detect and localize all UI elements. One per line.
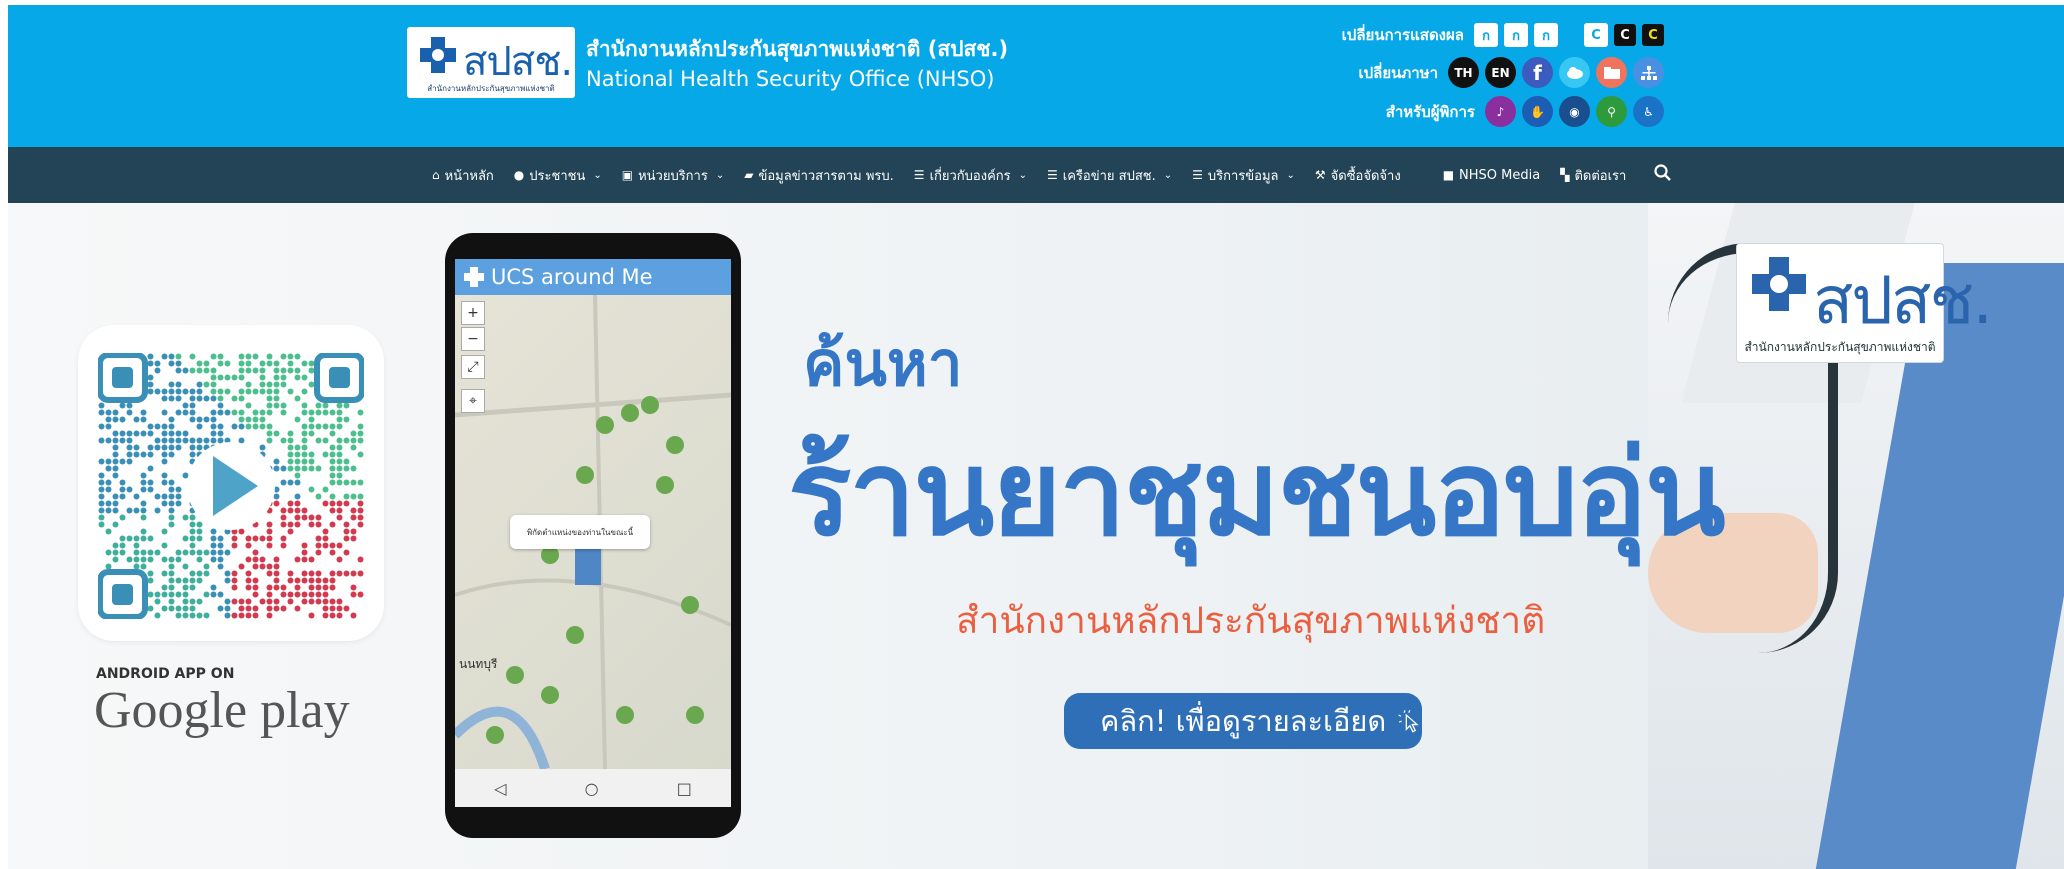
cloud-icon[interactable] <box>1559 57 1590 88</box>
chevron-down-icon: ⌄ <box>1018 169 1028 181</box>
display-options: เปลี่ยนการแสดงผล ก ก ก C C C <box>1342 23 1664 47</box>
video-icon: ■ <box>1442 168 1455 182</box>
map-place-label: นนทบุรี <box>459 657 498 671</box>
phone-map: + − ⤢ ⌖ พิกัดตำแหน่งของท่านในขณะนี้ นนทบ… <box>455 294 731 771</box>
font-size-large-button[interactable]: ก <box>1534 23 1558 47</box>
nav-nhso-media[interactable]: ■ NHSO Media <box>1443 168 1541 183</box>
chevron-down-icon: ⌄ <box>1286 169 1295 181</box>
cta-label: คลิก! เพื่อดูรายละเอียด <box>1100 704 1387 738</box>
hero-banner[interactable]: ANDROID APP ON Google play UCS around Me <box>8 203 2064 869</box>
org-line: สำนักงานหลักประกันสุขภาพแห่งชาติ <box>956 599 1546 642</box>
google-play-logo[interactable]: Google play <box>94 681 350 740</box>
cross-logo-icon <box>1752 257 1806 311</box>
nav-procurement[interactable]: ⚒ จัดซื้อจัดจ้าง <box>1315 165 1401 186</box>
gavel-icon: ⚒ <box>1314 168 1326 182</box>
book-icon: ▰ <box>744 168 754 182</box>
sign-language-icon[interactable]: ✋ <box>1522 96 1553 127</box>
contrast-yellow-button[interactable]: C <box>1642 24 1664 46</box>
facebook-icon[interactable]: f <box>1522 57 1553 88</box>
phone-mockup: UCS around Me + − ⤢ ⌖ พิกัดตำแหน่งของท่า… <box>445 233 741 838</box>
corner-nhso-logo: สปสช. สำนักงานหลักประกันสุขภาพแห่งชาติ <box>1736 243 1993 363</box>
app-title-bar: UCS around Me <box>455 259 731 295</box>
contrast-dark-button[interactable]: C <box>1614 24 1636 46</box>
zoom-in-button[interactable]: + <box>461 301 485 325</box>
logo-subtext: สำนักงานหลักประกันสุขภาพแห่งชาติ <box>427 84 555 93</box>
list-icon: ☰ <box>1047 168 1058 182</box>
app-logo-icon <box>464 267 484 287</box>
map-popup: พิกัดตำแหน่งของท่านในขณะนี้ <box>510 515 650 549</box>
phone-screen: UCS around Me + − ⤢ ⌖ พิกัดตำแหน่งของท่า… <box>455 259 731 807</box>
chevron-down-icon: ⌄ <box>715 169 725 181</box>
list-icon: ☰ <box>1192 168 1203 182</box>
site-header: สปสช. สำนักงานหลักประกันสุขภาพแห่งชาติ ส… <box>8 5 2064 147</box>
cognitive-icon[interactable]: ◉ <box>1559 96 1590 127</box>
search-icon[interactable] <box>1654 164 1672 186</box>
recents-icon: □ <box>676 778 692 798</box>
cursor-click-icon <box>1398 710 1419 733</box>
nav-service-units[interactable]: ▣ หน่วยบริการ ⌄ <box>622 165 725 186</box>
blind-walking-icon[interactable]: ⚲ <box>1596 96 1627 127</box>
hearing-icon[interactable]: ♪ <box>1485 96 1516 127</box>
disability-options: สำหรับผู้พิการ ♪ ✋ ◉ ⚲ ♿ <box>1386 96 1664 127</box>
corner-logo-subtext: สำนักงานหลักประกันสุขภาพแห่งชาติ <box>1744 340 1936 354</box>
chevron-down-icon: ⌄ <box>1163 169 1173 181</box>
font-size-medium-button[interactable]: ก <box>1504 23 1528 47</box>
chevron-down-icon: ⌄ <box>593 169 602 181</box>
list-icon: ☰ <box>913 168 925 182</box>
nav-info-act[interactable]: ▰ ข้อมูลข่าวสารตาม พรบ. <box>744 165 894 186</box>
back-icon: ◁ <box>494 778 507 798</box>
nav-data-services[interactable]: ☰ บริการข้อมูล ⌄ <box>1192 165 1295 186</box>
home-circle-icon: ○ <box>584 778 599 798</box>
org-name-th: สำนักงานหลักประกันสุขภาพแห่งชาติ (สปสช.) <box>586 37 1009 61</box>
cta-button[interactable]: คลิก! เพื่อดูรายละเอียด <box>1064 693 1422 749</box>
lang-th-button[interactable]: TH <box>1448 57 1479 88</box>
user-icon: ● <box>513 168 525 182</box>
nav-home[interactable]: ⌂ หน้าหลัก <box>432 165 494 186</box>
qr-code-card[interactable] <box>78 325 384 641</box>
location-pin-icon[interactable]: ⌖ <box>461 389 485 413</box>
folder-icon[interactable] <box>1596 57 1627 88</box>
main-nav: ⌂ หน้าหลัก ● ประชาชน ⌄ ▣ หน่วยบริการ ⌄ ▰ ข้อมู… <box>8 147 2064 203</box>
cross-logo-icon <box>420 37 456 73</box>
zoom-out-button[interactable]: − <box>461 327 485 351</box>
sitemap-icon[interactable] <box>1633 57 1664 88</box>
lang-en-button[interactable]: EN <box>1485 57 1516 88</box>
headline-main: ร้านยาชุมชนอบอุ่น <box>788 424 1726 562</box>
nhso-logo[interactable]: สปสช. สำนักงานหลักประกันสุขภาพแห่งชาติ <box>407 27 575 98</box>
phone-nav-bar: ◁ ○ □ <box>455 769 731 807</box>
nav-contact[interactable]: ▚ ติดต่อเรา <box>1560 165 1626 186</box>
app-title: UCS around Me <box>491 265 653 289</box>
map-icon: ▚ <box>1560 168 1570 182</box>
contrast-normal-button[interactable]: C <box>1584 23 1608 47</box>
language-label: เปลี่ยนภาษา <box>1358 63 1438 82</box>
accessibility-label: สำหรับผู้พิการ <box>1385 102 1475 121</box>
nav-public[interactable]: ● ประชาชน ⌄ <box>514 165 602 186</box>
font-size-small-button[interactable]: ก <box>1474 23 1498 47</box>
nav-network[interactable]: ☰ เครือข่าย สปสช. ⌄ <box>1047 165 1172 186</box>
home-icon: ⌂ <box>432 168 440 182</box>
display-label: เปลี่ยนการแสดงผล <box>1341 26 1464 44</box>
hospital-icon: ▣ <box>621 168 634 182</box>
org-name-en: National Health Security Office (NHSO) <box>586 67 995 91</box>
fullscreen-icon[interactable]: ⤢ <box>461 355 485 379</box>
language-options: เปลี่ยนภาษา TH EN f <box>1358 57 1664 88</box>
qr-code-image <box>98 353 364 619</box>
nav-about[interactable]: ☰ เกี่ยวกับองค์กร ⌄ <box>914 165 1027 186</box>
android-app-on-label: ANDROID APP ON <box>96 666 235 682</box>
wheelchair-icon[interactable]: ♿ <box>1633 96 1664 127</box>
